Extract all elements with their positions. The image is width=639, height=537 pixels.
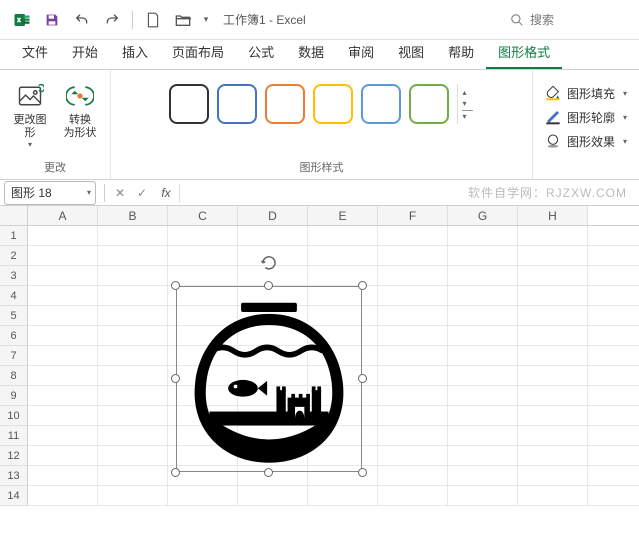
style-item-5[interactable] <box>361 84 401 124</box>
chevron-down-icon: ▾ <box>623 113 627 122</box>
row-header[interactable]: 11 <box>0 426 28 446</box>
row-header[interactable]: 13 <box>0 466 28 486</box>
titlebar: ▾ 工作簿1 - Excel <box>0 0 639 40</box>
col-header[interactable]: C <box>168 206 238 225</box>
shape-effects-button[interactable]: 图形效果 ▾ <box>541 130 631 152</box>
chevron-down-icon: ▾ <box>623 137 627 146</box>
selected-shape[interactable] <box>176 286 362 472</box>
resize-handle-s[interactable] <box>264 468 273 477</box>
column-headers: A B C D E F G H <box>0 206 639 226</box>
row-header[interactable]: 8 <box>0 366 28 386</box>
row-header[interactable]: 14 <box>0 486 28 506</box>
row-header[interactable]: 1 <box>0 226 28 246</box>
search-input[interactable] <box>530 13 620 27</box>
col-header[interactable]: F <box>378 206 448 225</box>
quick-access-toolbar: ▾ <box>8 6 213 34</box>
convert-to-shape-button[interactable]: 转换 为形状 <box>58 76 102 144</box>
enter-formula-button[interactable]: ✓ <box>131 182 153 204</box>
ribbon: 更改图 形 ▾ 转换 为形状 更改 ▴ ▾ <box>0 70 639 180</box>
row-header[interactable]: 4 <box>0 286 28 306</box>
style-item-2[interactable] <box>217 84 257 124</box>
change-graphic-icon <box>14 80 46 112</box>
shape-fill-button[interactable]: 图形填充 ▾ <box>541 82 631 104</box>
col-header[interactable]: G <box>448 206 518 225</box>
resize-handle-ne[interactable] <box>358 281 367 290</box>
separator <box>132 11 133 29</box>
resize-handle-sw[interactable] <box>171 468 180 477</box>
undo-button[interactable] <box>68 6 96 34</box>
tab-home[interactable]: 开始 <box>60 36 110 69</box>
resize-handle-e[interactable] <box>358 374 367 383</box>
row-header[interactable]: 6 <box>0 326 28 346</box>
row-header[interactable]: 5 <box>0 306 28 326</box>
change-graphic-button[interactable]: 更改图 形 ▾ <box>8 76 52 153</box>
resize-handle-nw[interactable] <box>171 281 180 290</box>
convert-icon <box>64 80 96 112</box>
col-header[interactable]: H <box>518 206 588 225</box>
redo-button[interactable] <box>98 6 126 34</box>
effects-icon <box>545 133 561 149</box>
row-headers: 1 2 3 4 5 6 7 8 9 10 11 12 13 14 <box>0 226 28 506</box>
cancel-formula-button[interactable]: ✕ <box>109 182 131 204</box>
cells-area[interactable]: // draw empty cell grid inline for brevi… <box>28 226 639 506</box>
search-box[interactable] <box>501 7 631 33</box>
watermark-text: 软件自学网：RJZXW.COM <box>185 184 639 201</box>
spreadsheet-grid: A B C D E F G H 1 2 3 4 5 6 7 8 9 10 11 … <box>0 206 639 506</box>
excel-icon[interactable] <box>8 6 36 34</box>
chevron-down-icon: ▾ <box>623 89 627 98</box>
ribbon-group-fill: 图形填充 ▾ 图形轮廓 ▾ 图形效果 ▾ <box>533 70 639 179</box>
tab-data[interactable]: 数据 <box>286 36 336 69</box>
open-button[interactable] <box>169 6 197 34</box>
resize-handle-se[interactable] <box>358 468 367 477</box>
tab-view[interactable]: 视图 <box>386 36 436 69</box>
col-header[interactable]: A <box>28 206 98 225</box>
row-header[interactable]: 9 <box>0 386 28 406</box>
style-item-4[interactable] <box>313 84 353 124</box>
ribbon-group-change: 更改图 形 ▾ 转换 为形状 更改 <box>0 70 111 179</box>
row-header[interactable]: 12 <box>0 446 28 466</box>
row-header[interactable]: 10 <box>0 406 28 426</box>
resize-handle-n[interactable] <box>264 281 273 290</box>
window-title: 工作簿1 - Excel <box>223 11 501 28</box>
tab-layout[interactable]: 页面布局 <box>160 36 236 69</box>
ribbon-group-styles: ▴ ▾ ▾ 图形样式 <box>111 70 533 179</box>
chevron-down-icon: ▾ <box>87 188 91 197</box>
shape-outline-button[interactable]: 图形轮廓 ▾ <box>541 106 631 128</box>
search-icon <box>510 13 524 27</box>
tab-help[interactable]: 帮助 <box>436 36 486 69</box>
select-all-corner[interactable] <box>0 206 28 225</box>
row-header[interactable]: 7 <box>0 346 28 366</box>
tab-insert[interactable]: 插入 <box>110 36 160 69</box>
row-header[interactable]: 3 <box>0 266 28 286</box>
fill-icon <box>545 85 561 101</box>
col-header[interactable]: D <box>238 206 308 225</box>
style-gallery-more-button[interactable]: ▴ ▾ ▾ <box>457 84 473 124</box>
style-item-1[interactable] <box>169 84 209 124</box>
resize-handle-w[interactable] <box>171 374 180 383</box>
tab-review[interactable]: 审阅 <box>336 36 386 69</box>
style-gallery: ▴ ▾ ▾ <box>169 76 473 124</box>
formula-bar-row: 图形 18 ▾ ✕ ✓ fx 软件自学网：RJZXW.COM <box>0 180 639 206</box>
name-box[interactable]: 图形 18 ▾ <box>4 181 96 205</box>
col-header[interactable]: E <box>308 206 378 225</box>
style-item-6[interactable] <box>409 84 449 124</box>
save-button[interactable] <box>38 6 66 34</box>
qat-customize-button[interactable]: ▾ <box>199 6 213 34</box>
tab-graphics-format[interactable]: 图形格式 <box>486 36 562 69</box>
rotate-handle[interactable] <box>260 254 278 272</box>
new-file-button[interactable] <box>139 6 167 34</box>
selection-bbox <box>176 286 362 472</box>
style-item-3[interactable] <box>265 84 305 124</box>
col-header[interactable]: B <box>98 206 168 225</box>
tab-formulas[interactable]: 公式 <box>236 36 286 69</box>
fx-button[interactable]: fx <box>153 182 175 204</box>
row-header[interactable]: 2 <box>0 246 28 266</box>
outline-icon <box>545 109 561 125</box>
tab-file[interactable]: 文件 <box>10 36 60 69</box>
ribbon-tabs: 文件 开始 插入 页面布局 公式 数据 审阅 视图 帮助 图形格式 <box>0 40 639 70</box>
separator <box>104 184 105 202</box>
